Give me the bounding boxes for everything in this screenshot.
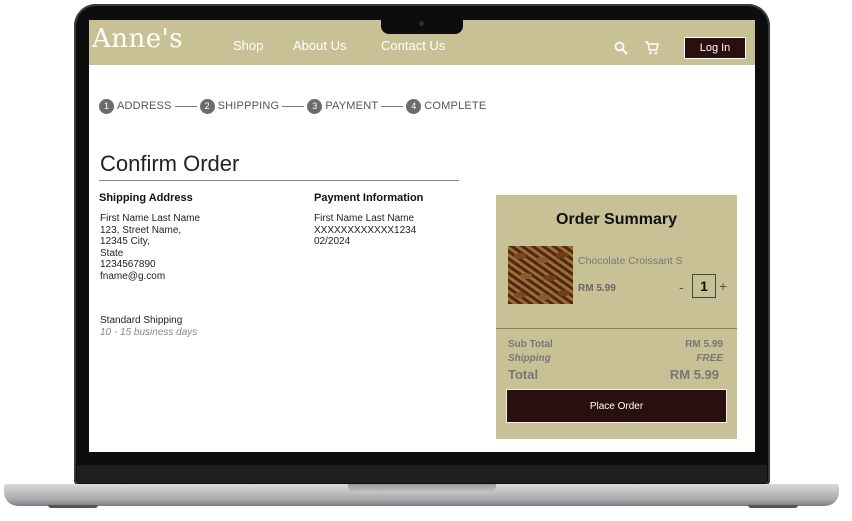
place-order-button[interactable]: Place Order xyxy=(506,389,727,423)
step-label: COMPLETE xyxy=(424,100,487,112)
step-complete[interactable]: 4 COMPLETE xyxy=(406,98,487,114)
product-image xyxy=(508,246,573,304)
step-label: ADDRESS xyxy=(117,100,172,112)
logo[interactable]: Anne's xyxy=(92,24,183,54)
camera xyxy=(419,21,424,26)
shipping-value: FREE xyxy=(696,353,723,364)
nav-shop[interactable]: Shop xyxy=(233,38,263,53)
total-value: RM 5.99 xyxy=(669,367,719,382)
camera-notch xyxy=(381,18,463,34)
payment-card-number: XXXXXXXXXXXX1234 xyxy=(314,224,417,236)
login-button[interactable]: Log In xyxy=(684,37,746,59)
step-connector xyxy=(282,105,305,107)
cart-icon[interactable] xyxy=(644,40,660,56)
quantity-increase-button[interactable]: + xyxy=(719,278,727,294)
laptop-foot-right xyxy=(748,505,798,508)
step-number: 3 xyxy=(307,98,323,114)
step-number: 2 xyxy=(199,98,215,114)
step-number: 1 xyxy=(99,98,114,114)
payment-info-block: First Name Last Name XXXXXXXXXXXX1234 02… xyxy=(314,213,416,248)
address-line: 12345 City, xyxy=(100,236,150,247)
step-payment[interactable]: 3 PAYMENT xyxy=(307,98,379,114)
shipping-method: Standard Shipping xyxy=(100,315,183,326)
order-summary-panel: Order Summary Chocolate Croissant S RM 5… xyxy=(496,195,737,439)
checkout-stepper: 1 ADDRESS 2 SHIPPPING 3 PAYMENT 4 COMPLE… xyxy=(99,98,486,114)
shipping-duration: 10 - 15 business days xyxy=(100,327,198,338)
subtotal-label: Sub Total xyxy=(508,339,553,350)
step-label: PAYMENT xyxy=(325,100,379,112)
quantity-input[interactable]: 1 xyxy=(692,274,716,298)
shipping-label: Shipping xyxy=(508,353,551,364)
payment-name: First Name Last Name xyxy=(314,213,415,224)
address-line: First Name Last Name xyxy=(100,213,201,224)
order-summary-title: Order Summary xyxy=(556,211,677,228)
nav-contact-us[interactable]: Contact Us xyxy=(381,38,445,53)
title-divider xyxy=(99,180,459,181)
shipping-address-heading: Shipping Address xyxy=(99,192,193,204)
address-email: fname@g.com xyxy=(100,270,166,282)
payment-expiry: 02/2024 xyxy=(314,236,351,247)
address-line: 123, Street Name, xyxy=(100,224,182,236)
step-number: 4 xyxy=(406,98,422,114)
step-connector xyxy=(381,105,404,107)
step-label: SHIPPPING xyxy=(217,100,280,112)
quantity-decrease-button[interactable]: - xyxy=(679,279,684,295)
step-address[interactable]: 1 ADDRESS xyxy=(99,98,172,114)
step-connector xyxy=(174,105,197,107)
laptop-foot-left xyxy=(48,505,98,508)
product-price: RM 5.99 xyxy=(578,283,616,294)
subtotal-value: RM 5.99 xyxy=(685,339,723,350)
product-name: Chocolate Croissant S xyxy=(578,255,683,267)
page-title: Confirm Order xyxy=(100,151,240,176)
address-line: State xyxy=(100,247,124,259)
shipping-address-block: First Name Last Name 123, Street Name, 1… xyxy=(100,213,200,282)
screen: Anne's Shop About Us Contact Us Log In 1… xyxy=(89,20,755,452)
step-shipping[interactable]: 2 SHIPPPING xyxy=(199,98,280,114)
search-icon[interactable] xyxy=(613,40,629,56)
laptop-chin xyxy=(77,465,767,483)
laptop-base-groove xyxy=(348,484,496,493)
total-label: Total xyxy=(508,367,539,382)
payment-info-heading: Payment Information xyxy=(314,192,424,204)
nav-about-us[interactable]: About Us xyxy=(293,38,346,53)
address-phone: 1234567890 xyxy=(100,259,156,270)
summary-divider xyxy=(496,328,737,329)
